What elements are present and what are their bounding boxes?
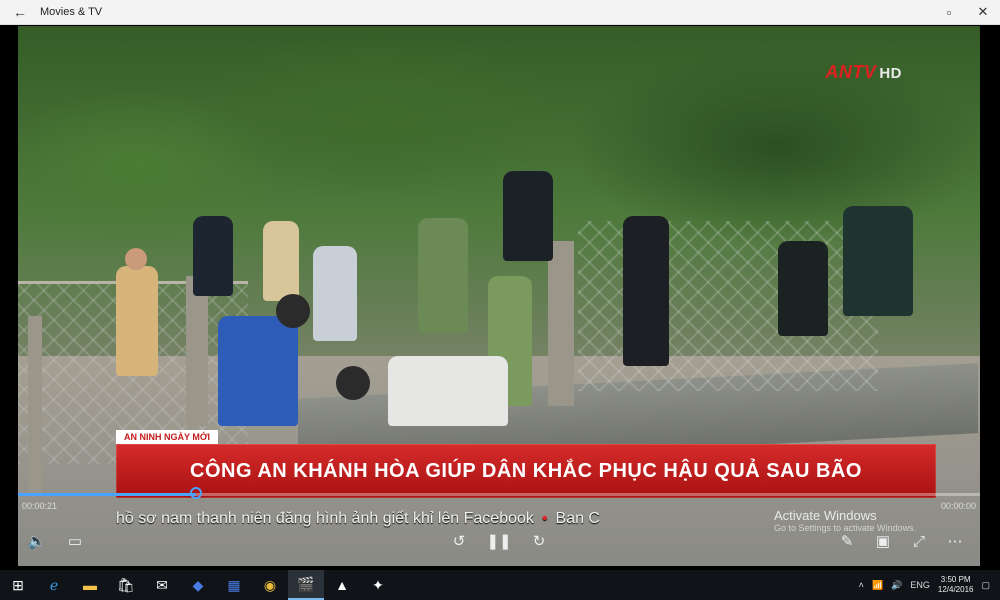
network-icon[interactable]: 📶: [872, 580, 883, 591]
video-person: [388, 356, 508, 426]
volume-tray-icon[interactable]: 🔊: [891, 580, 902, 591]
news-headline: CÔNG AN KHÁNH HÒA GIÚP DÂN KHẮC PHỤC HẬU…: [116, 444, 936, 498]
notifications-icon[interactable]: ▢: [981, 580, 990, 591]
mail-icon[interactable]: ✉: [144, 570, 180, 600]
start-icon[interactable]: ⊞: [0, 570, 36, 600]
video-person: [313, 246, 357, 341]
channel-logo-hd: HD: [879, 65, 902, 82]
news-section-tag: AN NINH NGÀY MỚI: [116, 430, 219, 444]
file-explorer-icon[interactable]: ▬: [72, 570, 108, 600]
video-person-head: [276, 294, 310, 328]
skip-forward-icon[interactable]: ↻: [528, 532, 550, 550]
system-tray: ˄ 📶 🔊 ENG 3:50 PM 12/4/2016 ▢: [859, 570, 1000, 600]
close-icon[interactable]: ✕: [966, 0, 1000, 24]
hanging-clothes: [778, 241, 828, 336]
seek-thumb[interactable]: [189, 487, 202, 499]
video-person: [263, 221, 299, 301]
app-icon[interactable]: ✦: [360, 570, 396, 600]
video-person: [116, 266, 158, 376]
clock[interactable]: 3:50 PM 12/4/2016: [938, 575, 974, 595]
edge-icon[interactable]: ℯ: [36, 570, 72, 600]
photos-icon[interactable]: ▲: [324, 570, 360, 600]
chrome-icon[interactable]: ◉: [252, 570, 288, 600]
video-person: [623, 216, 669, 366]
taskbar: ⊞ ℯ ▬ 🛍 ✉ ◆ ▦ ◉ 🎬 ▲ ✦ ˄ 📶 🔊 ENG 3:50 PM …: [0, 570, 1000, 600]
back-icon[interactable]: ←: [0, 0, 40, 24]
captions-icon[interactable]: ▭: [64, 532, 86, 550]
app-icon[interactable]: ▦: [216, 570, 252, 600]
fullscreen-icon[interactable]: ⤢: [908, 532, 930, 550]
video-person: [503, 171, 553, 261]
store-icon[interactable]: 🛍: [108, 570, 144, 600]
language-indicator[interactable]: ENG: [910, 580, 930, 590]
channel-logo-text: ANTV: [825, 62, 877, 82]
skip-back-icon[interactable]: ↺: [448, 532, 470, 550]
clock-date: 12/4/2016: [937, 585, 974, 594]
channel-logo: ANTV HD: [825, 62, 902, 83]
restore-icon[interactable]: ▫: [932, 0, 966, 24]
fence-post: [548, 241, 574, 406]
movies-tv-icon[interactable]: 🎬: [288, 570, 324, 600]
volume-icon[interactable]: 🔈: [26, 532, 48, 550]
edit-icon[interactable]: ✎: [836, 532, 858, 550]
player-controls: 🔈 ▭ ↺ ❚❚ ↻ ✎ ▣ ⤢ ⋯: [18, 510, 980, 566]
video-person: [418, 218, 468, 333]
seek-bar[interactable]: [18, 487, 980, 499]
window-title: Movies & TV: [40, 6, 103, 18]
more-icon[interactable]: ⋯: [944, 532, 966, 550]
fence-post: [28, 316, 42, 496]
video-person-head: [336, 366, 370, 400]
app-icon[interactable]: ◆: [180, 570, 216, 600]
pause-icon[interactable]: ❚❚: [486, 532, 511, 550]
hanging-clothes: [843, 206, 913, 316]
clock-time: 3:50 PM: [940, 575, 971, 584]
video-person-head: [125, 248, 147, 270]
video-person: [218, 316, 298, 426]
video-frame[interactable]: ANTV HD AN NINH NGÀY MỚI CÔNG AN KHÁNH HÒ…: [18, 26, 980, 566]
title-bar: ← Movies & TV ▫ ✕: [0, 0, 1000, 25]
mini-view-icon[interactable]: ▣: [872, 532, 894, 550]
seek-bar-fill: [18, 493, 196, 496]
fence-post: [186, 276, 208, 426]
chevron-up-icon[interactable]: ˄: [859, 580, 864, 590]
video-person: [193, 216, 233, 296]
